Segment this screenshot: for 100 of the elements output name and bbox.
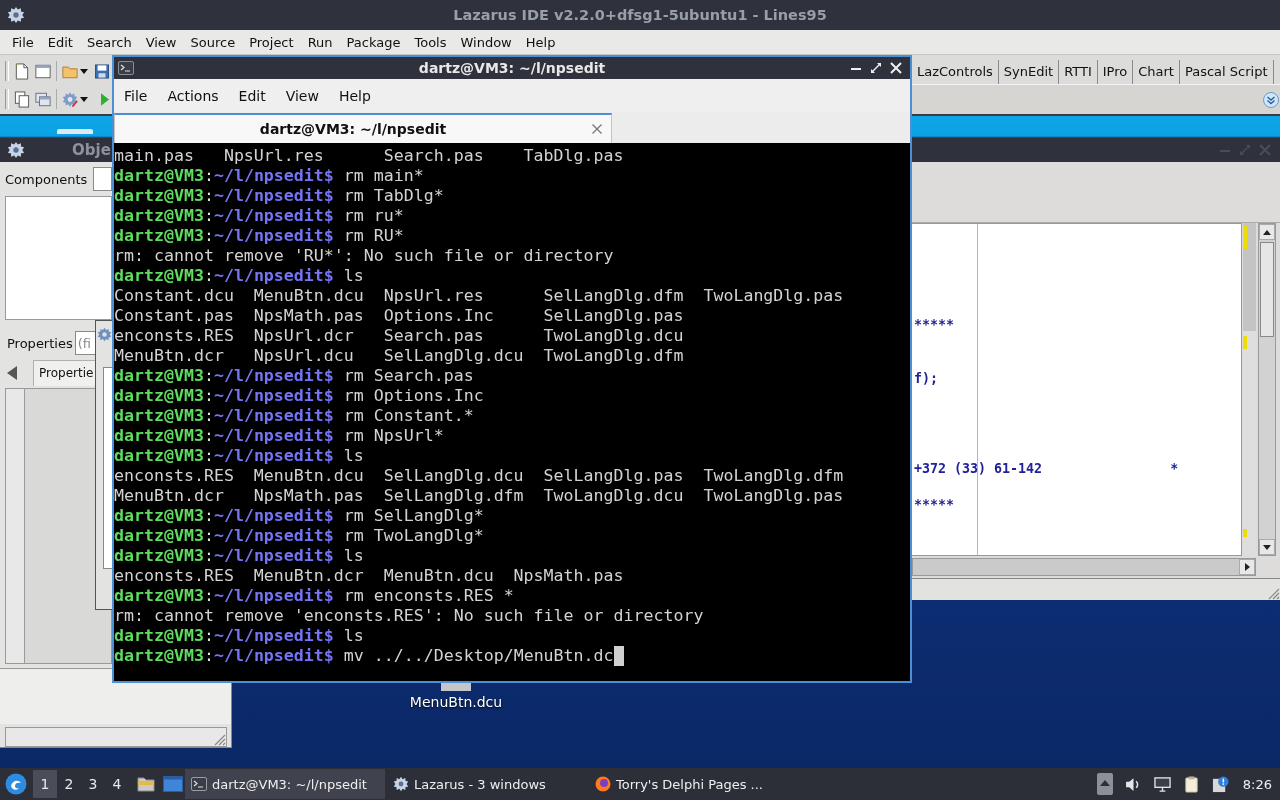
- output-line: MenuBtn.dcr NpsMath.pas SelLangDlg.dfm TwoLangDlg.dcu TwoLangDlg.pas: [114, 486, 844, 506]
- prompt-line: dartz@VM3:~/l/npsedit$ rm ru*: [114, 206, 404, 226]
- workspace-button[interactable]: 3: [81, 770, 105, 798]
- menu-item[interactable]: Help: [328, 87, 381, 104]
- scroll-right-button[interactable]: [1239, 559, 1255, 575]
- menu-item[interactable]: View: [275, 87, 329, 104]
- output-line: enconsts.RES NpsUrl.dcr Search.pas TwoLangDlg.dcu: [114, 326, 684, 346]
- output-line: Constant.dcu MenuBtn.dcu NpsUrl.res SelLangDlg.dfm TwoLangDlg.pas: [114, 286, 844, 306]
- clipboard-icon[interactable]: [1182, 775, 1200, 793]
- prompt-line: dartz@VM3:~/l/npsedit$ rm TabDlg*: [114, 186, 444, 206]
- menu-item[interactable]: Search: [79, 34, 139, 50]
- resize-grip-icon[interactable]: [1266, 586, 1280, 600]
- triangle-up-icon[interactable]: [1096, 773, 1113, 795]
- triangle-right-icon: [1244, 563, 1250, 571]
- terminal-icon: [191, 776, 207, 792]
- globe-icon: [595, 776, 611, 792]
- caret-icon[interactable]: [80, 96, 88, 102]
- window-edge: [57, 129, 93, 134]
- code-line: +372 (33) 61-142 *: [913, 460, 1179, 478]
- scrollbar-thumb[interactable]: [1260, 242, 1274, 337]
- scroll-down-button[interactable]: [1259, 539, 1275, 555]
- output-line: MenuBtn.dcr NpsUrl.dcu SelLangDlg.dcu TwoLangDlg.dfm: [114, 346, 684, 366]
- output-line: enconsts.RES MenuBtn.dcu SelLangDlg.dcu SelLangDlg.pas TwoLangDlg.dfm: [114, 466, 844, 486]
- copy-icon[interactable]: [14, 90, 30, 108]
- menu-item[interactable]: Window: [453, 34, 519, 50]
- menu-item[interactable]: Edit: [228, 87, 276, 104]
- vertical-scrollbar[interactable]: [1258, 223, 1276, 556]
- workspace-button[interactable]: 2: [57, 770, 81, 798]
- desktop-icon-label[interactable]: MenuBtn.dcu: [409, 693, 503, 711]
- prompt-line: dartz@VM3:~/l/npsedit$ ls: [114, 446, 364, 466]
- menu-item[interactable]: Tools: [407, 34, 454, 50]
- code-line: *****: [913, 316, 955, 334]
- new-form-icon[interactable]: [35, 62, 51, 80]
- swirl-icon[interactable]: [5, 773, 27, 795]
- code-editor[interactable]: ***** f); +372 (33) 61-142 * *****: [912, 223, 1242, 556]
- clock: 8:26: [1242, 776, 1272, 792]
- output-line: enconsts.RES MenuBtn.dcr MenuBtn.dcu NpsMath.pas: [114, 566, 624, 586]
- menu-item[interactable]: Project: [242, 34, 301, 50]
- output-line: rm: cannot remove 'enconsts.RES': No such file or directory: [114, 606, 704, 626]
- output-line: Constant.pas NpsMath.pas Options.Inc SelLangDlg.pas: [114, 306, 684, 326]
- prompt-line: dartz@VM3:~/l/npsedit$ mv ../../Desktop/MenuBtn.dc: [114, 646, 614, 666]
- task-button[interactable]: Lazarus - 3 windows: [387, 769, 587, 799]
- window-title: Lazarus IDE v2.2.0+dfsg1-5ubuntu1 - Lines95: [453, 7, 827, 23]
- workspace-button[interactable]: 4: [105, 770, 129, 798]
- caret-icon[interactable]: [80, 68, 88, 74]
- prompt-line: dartz@VM3:~/l/npsedit$ rm Options.Inc: [114, 386, 484, 406]
- menu-item[interactable]: View: [138, 34, 184, 50]
- gear-icon[interactable]: [62, 90, 78, 108]
- task-button[interactable]: dartz@VM3: ~/l/npsedit: [185, 769, 385, 799]
- prompt-line: dartz@VM3:~/l/npsedit$ ls: [114, 266, 364, 286]
- scroll-up-button[interactable]: [1259, 224, 1275, 240]
- prompt-line: dartz@VM3:~/l/npsedit$ ls: [114, 626, 364, 646]
- prompt-line: dartz@VM3:~/l/npsedit$ rm TwoLangDlg*: [114, 526, 484, 546]
- marker-icon: [1243, 336, 1247, 349]
- new-file-icon[interactable]: [14, 62, 30, 80]
- prompt-line: dartz@VM3:~/l/npsedit$ rm Search.pas: [114, 366, 474, 386]
- chevron-down-icon[interactable]: [1263, 91, 1279, 108]
- marker-icon: [1243, 226, 1247, 249]
- prompt-line: dartz@VM3:~/l/npsedit$ rm NpsUrl*: [114, 426, 444, 446]
- code-line: *****: [913, 496, 955, 514]
- triangle-down-icon: [1263, 544, 1271, 550]
- marker-icon: [1243, 529, 1247, 537]
- window-title: Obje: [72, 141, 111, 159]
- menu-item[interactable]: File: [5, 34, 41, 50]
- menu-item[interactable]: Help: [518, 34, 563, 50]
- gear-icon: [393, 776, 409, 792]
- folder-icon[interactable]: [137, 776, 155, 792]
- properties-label: Properties: [6, 335, 73, 351]
- menu-item[interactable]: Run: [300, 34, 340, 50]
- prompt-line: dartz@VM3:~/l/npsedit$ rm enconsts.RES *: [114, 586, 514, 606]
- gear-icon: [7, 141, 25, 159]
- menu-item[interactable]: Edit: [40, 34, 80, 50]
- components-label: Components: [5, 171, 88, 187]
- task-button[interactable]: Torry's Delphi Pages ...: [589, 769, 789, 799]
- workspace-button[interactable]: 1: [33, 770, 57, 798]
- output-line: rm: cannot remove 'RU*': No such file or directory: [114, 246, 614, 266]
- resize-grip-icon[interactable]: [212, 732, 226, 746]
- menu-item[interactable]: Source: [183, 34, 243, 50]
- prompt-line: dartz@VM3:~/l/npsedit$ rm SelLangDlg*: [114, 506, 484, 526]
- prompt-line: dartz@VM3:~/l/npsedit$ rm main*: [114, 166, 424, 186]
- menu-item[interactable]: Actions: [157, 87, 229, 104]
- gear-icon: [7, 6, 25, 24]
- horizontal-scrollbar[interactable]: [912, 558, 1256, 576]
- terminal-tab[interactable]: dartz@VM3: ~/l/npsedit: [114, 113, 612, 143]
- windows-icon[interactable]: [35, 90, 51, 108]
- prompt-line: dartz@VM3:~/l/npsedit$ rm Constant.*: [114, 406, 474, 426]
- menu-item[interactable]: File: [114, 87, 158, 104]
- triangle-up-icon: [1263, 229, 1271, 235]
- code-line: f);: [913, 370, 939, 388]
- alert-icon[interactable]: [1211, 775, 1229, 793]
- prompt-line: dartz@VM3:~/l/npsedit$ rm RU*: [114, 226, 404, 246]
- output-line: main.pas NpsUrl.res Search.pas TabDlg.pas: [114, 146, 624, 166]
- terminal-icon: [118, 61, 134, 75]
- filter-field[interactable]: [93, 167, 113, 191]
- save-icon[interactable]: [95, 63, 109, 79]
- menu-item[interactable]: Package: [339, 34, 408, 50]
- arrow-left-icon[interactable]: [7, 366, 17, 380]
- window-title: dartz@VM3: ~/l/npsedit: [418, 60, 606, 76]
- monitor-icon[interactable]: [1153, 775, 1171, 793]
- prompt-line: dartz@VM3:~/l/npsedit$ ls: [114, 546, 364, 566]
